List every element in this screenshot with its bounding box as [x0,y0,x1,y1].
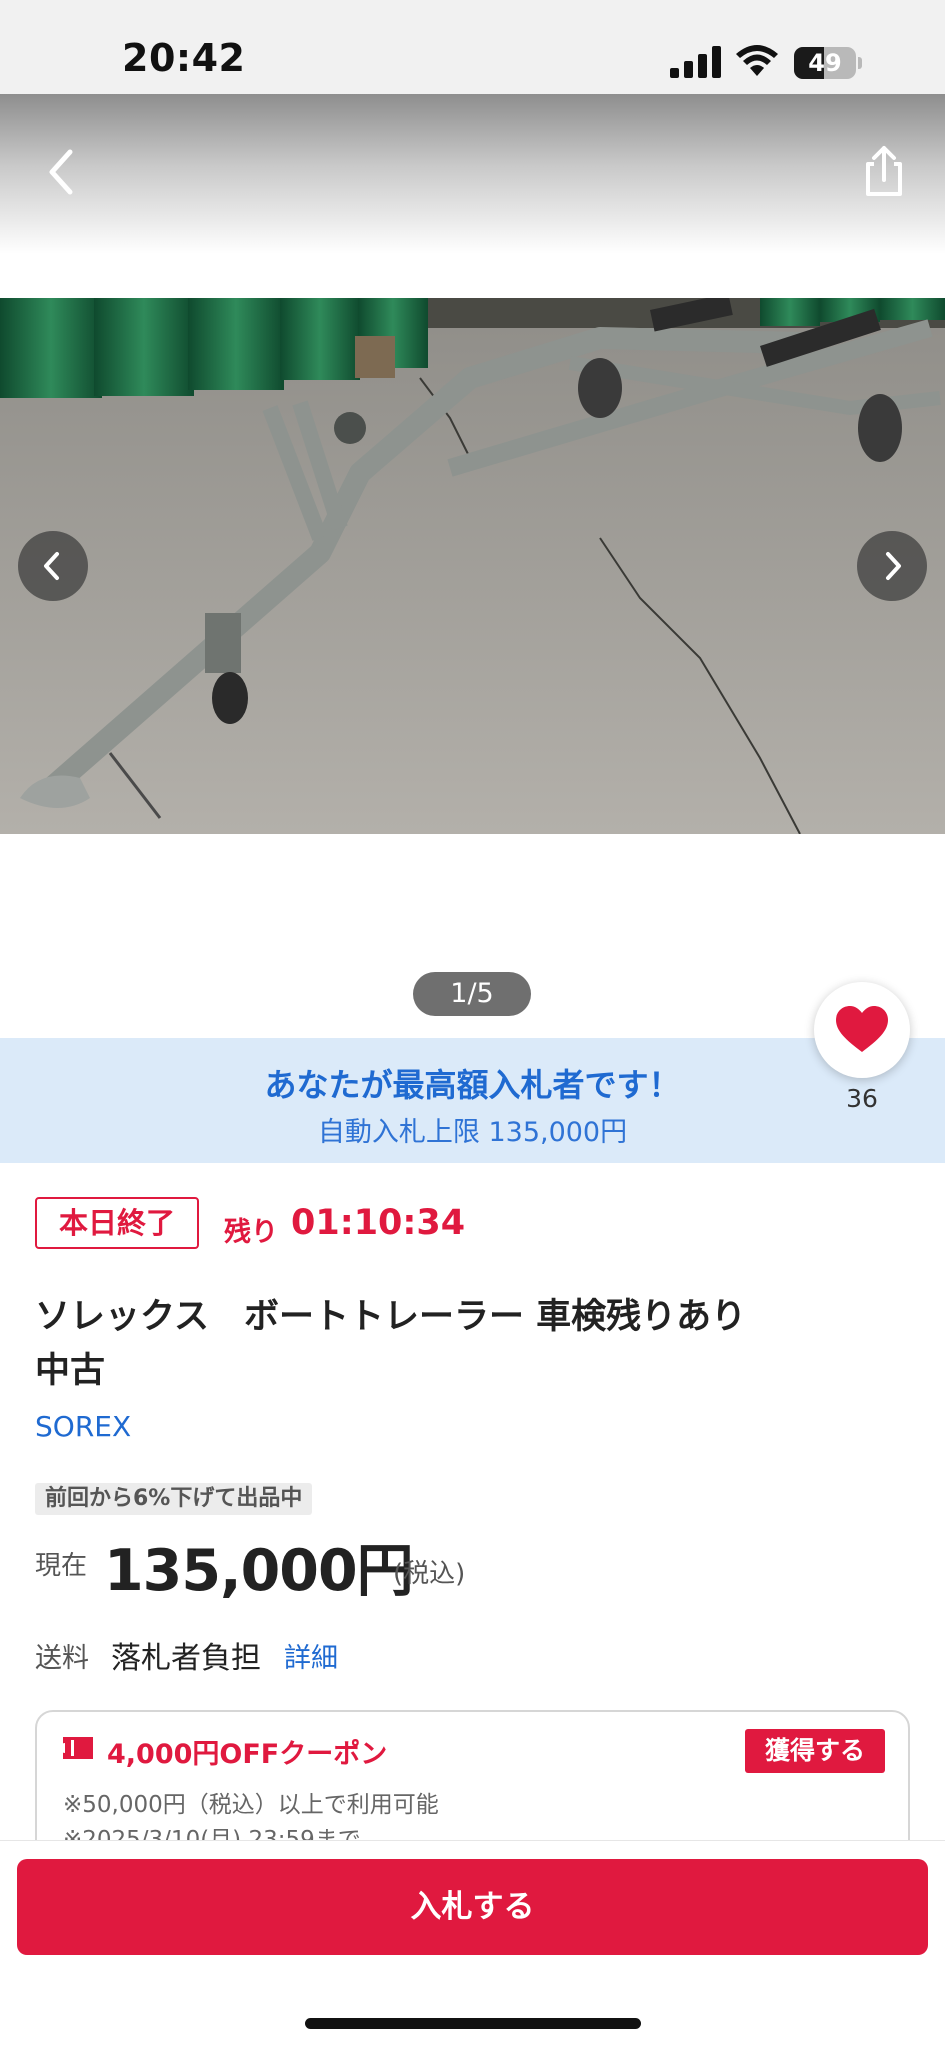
get-coupon-button[interactable]: 獲得する [745,1729,885,1773]
bid-button[interactable]: 入札する [17,1859,928,1955]
tax-label: (税込) [393,1559,466,1589]
coupon-condition: ※50,000円（税込）以上で利用可能 [63,1792,439,1818]
shipping-label: 送料 [35,1643,89,1674]
watch-button[interactable] [814,982,910,1078]
image-counter: 1/5 [413,972,531,1016]
current-price: 135,000円 [104,1538,414,1604]
battery-icon: 49 [794,47,862,79]
prev-image-button[interactable] [18,531,88,601]
share-icon[interactable] [852,140,916,204]
trailer-image [0,298,945,834]
status-bar: 20:42 49 [0,0,945,94]
watch-count: 36 [846,1084,878,1113]
shipping-value: 落札者負担 [111,1641,261,1676]
highest-bidder-banner: あなたが最高額入札者です！ 自動入札上限 135,000円 [0,1038,945,1163]
chevron-left-icon [44,552,59,580]
brand-link[interactable]: SOREX [35,1410,131,1443]
banner-title: あなたが最高額入札者です！ [264,1066,681,1104]
home-indicator [305,2018,641,2029]
price-drop-badge: 前回から6%下げて出品中 [35,1483,313,1515]
item-title-line1: ソレックス ボートトレーラー 車検残りあり [35,1297,747,1337]
coupon-ticket-icon [63,1737,93,1759]
wifi-icon [736,45,778,76]
remaining-label: 残り [224,1217,278,1248]
coupon-title: 4,000円OFFクーポン [107,1739,388,1770]
cellular-signal-icon [670,46,721,78]
ends-today-badge: 本日終了 [35,1197,199,1249]
item-title: ソレックス ボートトレーラー 車検残りあり 中古 [35,1290,835,1398]
remaining-time: 01:10:34 [291,1203,466,1243]
battery-percent: 49 [808,49,842,77]
auto-bid-limit: 自動入札上限 135,000円 [317,1117,628,1148]
current-price-label: 現在 [35,1551,88,1581]
item-photo[interactable] [0,298,945,834]
back-chevron-icon[interactable] [30,140,94,204]
shipping-detail-link[interactable]: 詳細 [284,1636,338,1675]
chevron-right-icon [886,552,901,580]
header [0,94,945,254]
status-time: 20:42 [122,36,246,80]
item-title-line2: 中古 [35,1351,106,1391]
next-image-button[interactable] [857,531,927,601]
heart-icon [836,1006,888,1052]
